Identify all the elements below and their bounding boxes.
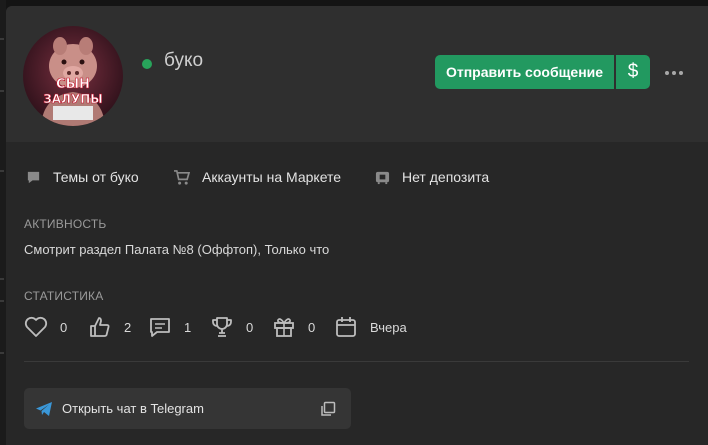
avatar-caption-line2: ЗАЛУПЫ	[43, 92, 103, 106]
avatar-caption-line1: СЫН	[56, 77, 90, 92]
stat-value: 0	[246, 319, 254, 335]
link-market-accounts[interactable]: Аккаунты на Маркете	[173, 169, 341, 185]
open-telegram-chat-button[interactable]: Открыть чат в Telegram	[24, 388, 351, 429]
more-options-button[interactable]	[662, 61, 686, 85]
stat-likes[interactable]: 0	[24, 315, 67, 339]
gift-icon	[274, 318, 294, 337]
stat-value: 0	[60, 319, 68, 335]
stat-messages[interactable]: 1	[148, 315, 191, 339]
divider	[24, 361, 689, 362]
send-money-button[interactable]: $	[616, 55, 650, 89]
stat-value: 2	[124, 319, 132, 335]
heart-icon	[24, 316, 48, 337]
avatar-image: СЫН ЗАЛУПЫ	[23, 26, 123, 126]
link-deposit[interactable]: Нет депозита	[375, 169, 489, 185]
trophy-icon	[212, 317, 232, 337]
cart-icon	[174, 169, 190, 185]
avatar[interactable]: СЫН ЗАЛУПЫ	[23, 26, 123, 126]
stat-value: 1	[184, 319, 192, 335]
stat-last-seen[interactable]: Вчера	[334, 315, 407, 339]
stat-gifts[interactable]: 0	[272, 315, 315, 339]
link-label: Аккаунты на Маркете	[202, 169, 342, 185]
copy-icon[interactable]	[320, 401, 336, 417]
activity-title: АКТИВНОСТЬ	[24, 217, 107, 231]
link-label: Нет депозита	[402, 169, 490, 185]
message-icon	[150, 318, 170, 337]
activity-text[interactable]: Смотрит раздел Палата №8 (Оффтоп), Тольк…	[24, 242, 329, 257]
link-label: Темы от буко	[53, 169, 139, 185]
telegram-icon	[36, 402, 52, 416]
username[interactable]: буко	[164, 50, 203, 72]
link-user-threads[interactable]: Темы от буко	[26, 169, 139, 185]
online-status-dot	[142, 59, 152, 69]
telegram-label: Открыть чат в Telegram	[62, 401, 204, 416]
statistics-title: СТАТИСТИКА	[24, 289, 104, 303]
stat-value: Вчера	[370, 319, 407, 335]
wallet-icon	[375, 171, 390, 184]
more-horizontal-icon	[665, 71, 683, 75]
chat-bubble-icon	[27, 171, 40, 183]
stat-reactions[interactable]: 2	[88, 315, 131, 339]
stat-trophies[interactable]: 0	[210, 315, 253, 339]
stat-value: 0	[308, 319, 316, 335]
thumbs-up-icon	[90, 317, 110, 337]
profile-header: СЫН ЗАЛУПЫ буко Отправить сообщение $	[6, 6, 708, 142]
profile-card: СЫН ЗАЛУПЫ буко Отправить сообщение $ Те…	[6, 6, 708, 445]
calendar-icon	[336, 317, 356, 337]
send-message-button[interactable]: Отправить сообщение	[435, 55, 614, 89]
statistics-row: 0 2 1 0 0 Вчера	[24, 315, 684, 339]
dollar-icon: $	[627, 61, 639, 82]
profile-links: Темы от буко Аккаунты на Маркете Нет деп…	[26, 169, 686, 189]
